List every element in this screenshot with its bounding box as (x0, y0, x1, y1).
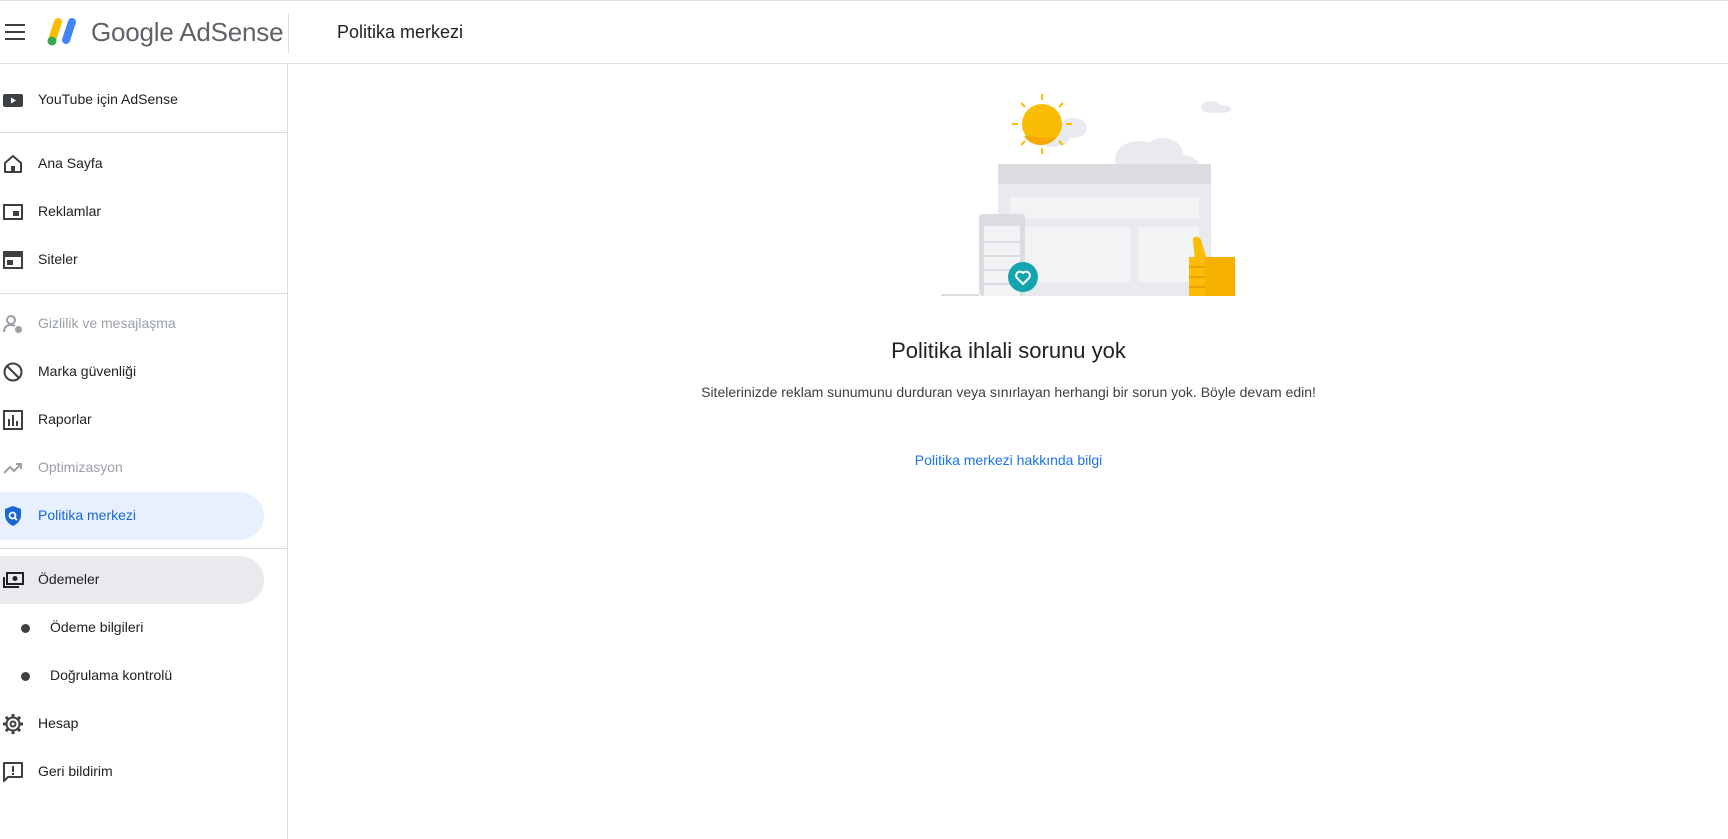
sites-icon (3, 251, 23, 269)
feedback-icon (3, 762, 23, 782)
status-description: Sitelerinizde reklam sunumunu durduran v… (701, 384, 1316, 400)
trending-up-icon (3, 463, 22, 474)
brand-name[interactable]: Google AdSense (91, 17, 284, 48)
sidebar-item-home[interactable]: Ana Sayfa (0, 140, 264, 188)
main-content: Politika ihlali sorunu yok Sitelerinizde… (289, 64, 1728, 839)
bullet-icon (21, 624, 30, 633)
sidebar-item-policy-center[interactable]: Politika merkezi (0, 492, 264, 540)
header-divider (288, 13, 289, 53)
sidebar-item-brand-safety[interactable]: Marka güvenliği (0, 348, 264, 396)
sidebar-item-reports[interactable]: Raporlar (0, 396, 264, 444)
sidebar-divider (0, 132, 288, 133)
sidebar-item-label: Ana Sayfa (38, 155, 103, 171)
payments-icon (3, 572, 24, 588)
sidebar-item-label: Ödemeler (38, 571, 100, 587)
policy-shield-icon (5, 506, 21, 526)
sidebar-item-label: Politika merkezi (38, 507, 137, 523)
sidebar-item-payments[interactable]: Ödemeler (0, 556, 264, 604)
sidebar-item-verification[interactable]: Doğrulama kontrolü (0, 652, 264, 700)
sidebar-item-label: Marka güvenliği (38, 363, 137, 379)
sidebar-item-sites[interactable]: Siteler (0, 236, 264, 284)
sidebar-divider (0, 548, 288, 549)
sidebar: YouTube için AdSense Ana Sayfa Reklamlar… (0, 64, 288, 839)
brand-product-text: AdSense (179, 17, 284, 47)
sidebar-item-label: YouTube için AdSense (38, 91, 178, 107)
sidebar-item-label: Raporlar (38, 411, 92, 427)
sidebar-item-label: Ödeme bilgileri (50, 619, 144, 635)
bullet-icon (21, 672, 30, 681)
sidebar-item-label: Hesap (38, 715, 79, 731)
sidebar-item-account[interactable]: Hesap (0, 700, 264, 748)
status-heading: Politika ihlali sorunu yok (891, 338, 1126, 363)
sidebar-item-ads[interactable]: Reklamlar (0, 188, 264, 236)
sidebar-item-label: Doğrulama kontrolü (50, 667, 173, 683)
brand-google-text: Google (91, 17, 174, 47)
sidebar-item-youtube[interactable]: YouTube için AdSense (0, 76, 264, 124)
block-icon (3, 362, 23, 382)
home-icon (4, 155, 22, 173)
gear-icon (3, 714, 23, 734)
sidebar-item-feedback[interactable]: Geri bildirim (0, 748, 264, 796)
sidebar-item-payment-info[interactable]: Ödeme bilgileri (0, 604, 264, 652)
sidebar-divider (0, 293, 288, 294)
adsense-logo (47, 18, 76, 46)
sidebar-item-label: Siteler (38, 251, 78, 267)
page-title: Politika merkezi (337, 22, 464, 42)
sidebar-item-label: Optimizasyon (38, 459, 123, 475)
bar-chart-icon (3, 410, 23, 430)
youtube-icon (3, 94, 23, 107)
hamburger-menu-icon[interactable] (5, 23, 25, 41)
sidebar-item-optimization[interactable]: Optimizasyon (0, 444, 264, 492)
app-header: Google AdSense Politika merkezi (0, 1, 1728, 64)
sidebar-item-label: Geri bildirim (38, 763, 113, 779)
sidebar-item-label: Reklamlar (38, 203, 102, 219)
learn-more-link[interactable]: Politika merkezi hakkında bilgi (289, 452, 1728, 468)
sidebar-item-privacy[interactable]: Gizlilik ve mesajlaşma (0, 300, 264, 348)
no-issues-illustration (941, 94, 1235, 296)
ads-icon (3, 204, 23, 220)
privacy-icon (3, 315, 22, 333)
sidebar-item-label: Gizlilik ve mesajlaşma (38, 315, 176, 331)
